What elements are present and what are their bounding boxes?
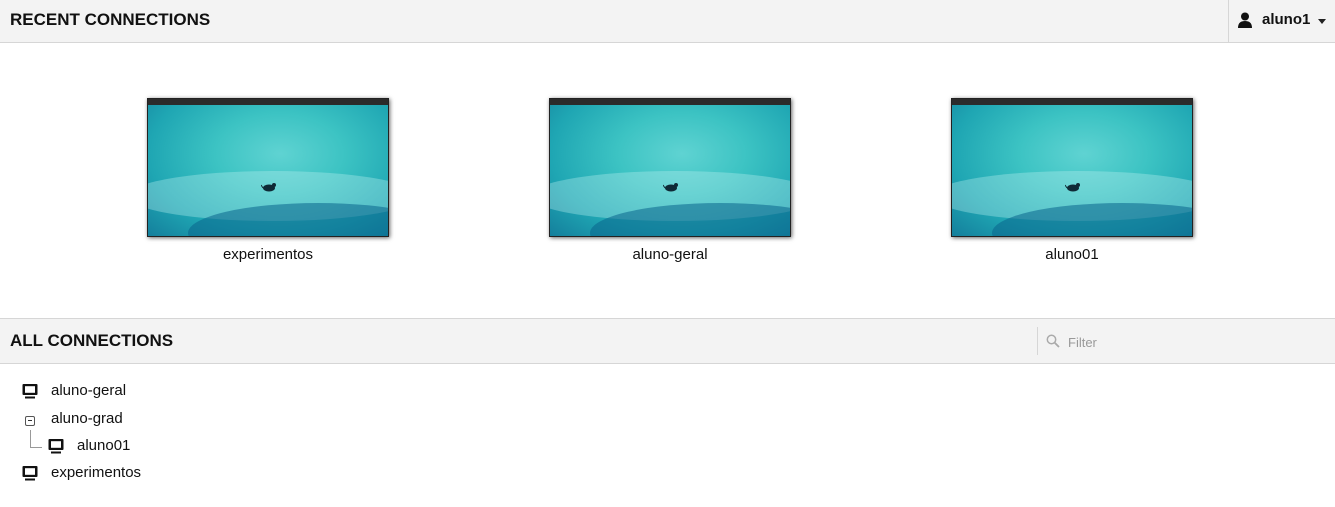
tree-item-label[interactable]: aluno01 bbox=[77, 437, 130, 454]
monitor-icon bbox=[22, 384, 38, 399]
username: aluno1 bbox=[1262, 11, 1311, 28]
collapse-toggle-icon[interactable] bbox=[25, 416, 35, 426]
recent-connection-label[interactable]: aluno-geral bbox=[549, 246, 791, 263]
user-menu-button[interactable]: aluno1 bbox=[1228, 0, 1335, 42]
recent-connection-tile[interactable]: aluno-geral bbox=[549, 98, 791, 263]
connection-thumbnail[interactable] bbox=[951, 98, 1193, 237]
search-icon bbox=[1046, 334, 1060, 348]
recent-connection-label[interactable]: aluno01 bbox=[951, 246, 1193, 263]
desktop-mouse-logo-icon bbox=[1065, 183, 1080, 192]
all-connections-title: ALL CONNECTIONS bbox=[10, 331, 174, 350]
tree-item-label[interactable]: aluno-geral bbox=[51, 382, 126, 399]
all-connections-header: ALL CONNECTIONS bbox=[0, 318, 1335, 364]
recent-connection-label[interactable]: experimentos bbox=[147, 246, 389, 263]
connection-thumbnail[interactable] bbox=[147, 98, 389, 237]
user-icon bbox=[1238, 12, 1252, 28]
connection-thumbnail[interactable] bbox=[549, 98, 791, 237]
monitor-icon bbox=[48, 439, 64, 454]
tree-connector bbox=[30, 447, 42, 448]
tree-item-label[interactable]: experimentos bbox=[51, 464, 141, 481]
filter-input[interactable] bbox=[1066, 331, 1310, 353]
recent-connection-tile[interactable]: experimentos bbox=[147, 98, 389, 263]
desktop-mouse-logo-icon bbox=[663, 183, 678, 192]
monitor-icon bbox=[22, 466, 38, 481]
caret-down-icon bbox=[1318, 19, 1326, 24]
recent-connections-title: RECENT CONNECTIONS bbox=[10, 10, 211, 29]
desktop-mouse-logo-icon bbox=[261, 183, 276, 192]
recent-connections-header: RECENT CONNECTIONS aluno1 bbox=[0, 0, 1335, 43]
tree-connector bbox=[30, 430, 31, 447]
tree-group-label[interactable]: aluno-grad bbox=[51, 410, 123, 427]
filter-box[interactable] bbox=[1037, 327, 1335, 355]
recent-connection-tile[interactable]: aluno01 bbox=[951, 98, 1193, 263]
